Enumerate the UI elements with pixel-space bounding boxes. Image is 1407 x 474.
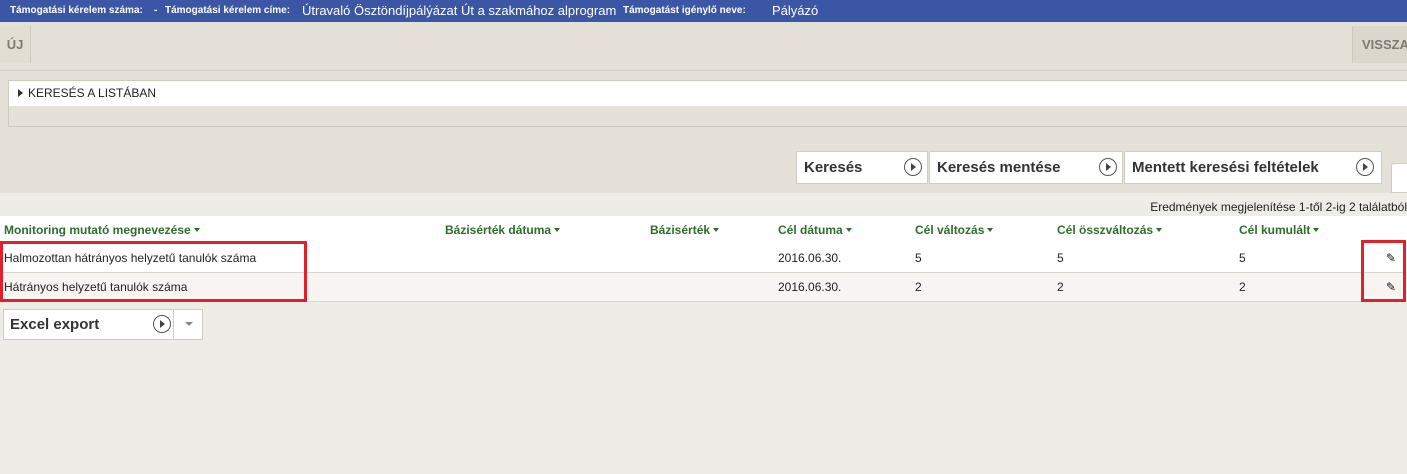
save-search-button[interactable]: Keresés mentése bbox=[929, 151, 1123, 184]
search-panel: KERESÉS A LISTÁBAN bbox=[8, 80, 1407, 127]
saved-searches-button[interactable]: Mentett keresési feltételek bbox=[1124, 151, 1382, 184]
application-title-value: Útravaló Ösztöndíjpálýázat Út a szakmáho… bbox=[302, 3, 617, 18]
column-header-name[interactable]: Monitoring mutató megnevezése bbox=[4, 216, 200, 244]
column-header-target-change[interactable]: Cél változás bbox=[915, 216, 994, 244]
play-circle-icon bbox=[1099, 158, 1117, 176]
caret-down-icon bbox=[193, 228, 200, 232]
application-id-label: Támogatási kérelem száma: bbox=[10, 5, 143, 16]
caret-down-icon bbox=[987, 228, 994, 232]
excel-export-button[interactable]: Excel export bbox=[3, 309, 174, 340]
search-button-label: Keresés bbox=[804, 159, 863, 176]
caret-down-icon bbox=[1313, 228, 1320, 232]
play-circle-icon bbox=[1356, 158, 1374, 176]
toolbar-divider bbox=[0, 70, 1407, 71]
column-header-target-date[interactable]: Cél dátuma bbox=[778, 216, 852, 244]
caret-down-icon bbox=[845, 228, 852, 232]
cell-target-cumulative: 2 bbox=[1239, 280, 1246, 294]
cell-target-date: 2016.06.30. bbox=[778, 251, 842, 265]
search-panel-title: KERESÉS A LISTÁBAN bbox=[28, 86, 157, 100]
toolbar bbox=[0, 22, 1407, 71]
play-circle-icon bbox=[904, 158, 922, 176]
application-id-value: - bbox=[154, 5, 158, 16]
excel-export-label: Excel export bbox=[10, 316, 100, 333]
triangle-right-icon bbox=[18, 89, 23, 97]
saved-searches-button-label: Mentett keresési feltételek bbox=[1132, 159, 1319, 176]
column-header-base-value[interactable]: Bázisérték bbox=[650, 216, 720, 244]
excel-export-dropdown[interactable] bbox=[173, 309, 203, 340]
new-button[interactable]: ÚJ bbox=[0, 26, 31, 63]
play-circle-icon bbox=[153, 315, 171, 333]
back-button[interactable]: VISSZA bbox=[1352, 26, 1407, 63]
side-panel-tab[interactable] bbox=[1391, 163, 1407, 193]
cell-target-total-change: 5 bbox=[1057, 251, 1064, 265]
caret-down-icon bbox=[1156, 228, 1163, 232]
column-header-target-cumulative[interactable]: Cél kumulált bbox=[1239, 216, 1320, 244]
search-button[interactable]: Keresés bbox=[796, 151, 928, 184]
cell-target-total-change: 2 bbox=[1057, 280, 1064, 294]
cell-target-change: 2 bbox=[915, 280, 922, 294]
caret-down-icon bbox=[713, 228, 720, 232]
save-search-button-label: Keresés mentése bbox=[937, 159, 1061, 176]
cell-target-date: 2016.06.30. bbox=[778, 280, 842, 294]
caret-down-icon bbox=[554, 228, 561, 232]
applicant-value: Pályázó bbox=[772, 3, 819, 18]
highlight-box-names bbox=[0, 241, 307, 302]
result-count: Eredmények megjelenítése 1-től 2-ig 2 ta… bbox=[1150, 200, 1407, 214]
column-header-base-date[interactable]: Bázisérték dátuma bbox=[445, 216, 561, 244]
application-title-label: Támogatási kérelem címe: bbox=[165, 5, 291, 16]
column-header-target-total-change[interactable]: Cél összváltozás bbox=[1057, 216, 1163, 244]
highlight-box-edit bbox=[1361, 240, 1406, 302]
cell-target-cumulative: 5 bbox=[1239, 251, 1246, 265]
applicant-label: Támogatást igénylő neve: bbox=[623, 5, 746, 16]
application-info-bar: Támogatási kérelem száma: - Támogatási k… bbox=[0, 0, 1407, 22]
cell-target-change: 5 bbox=[915, 251, 922, 265]
search-panel-toggle[interactable]: KERESÉS A LISTÁBAN bbox=[9, 81, 1407, 106]
